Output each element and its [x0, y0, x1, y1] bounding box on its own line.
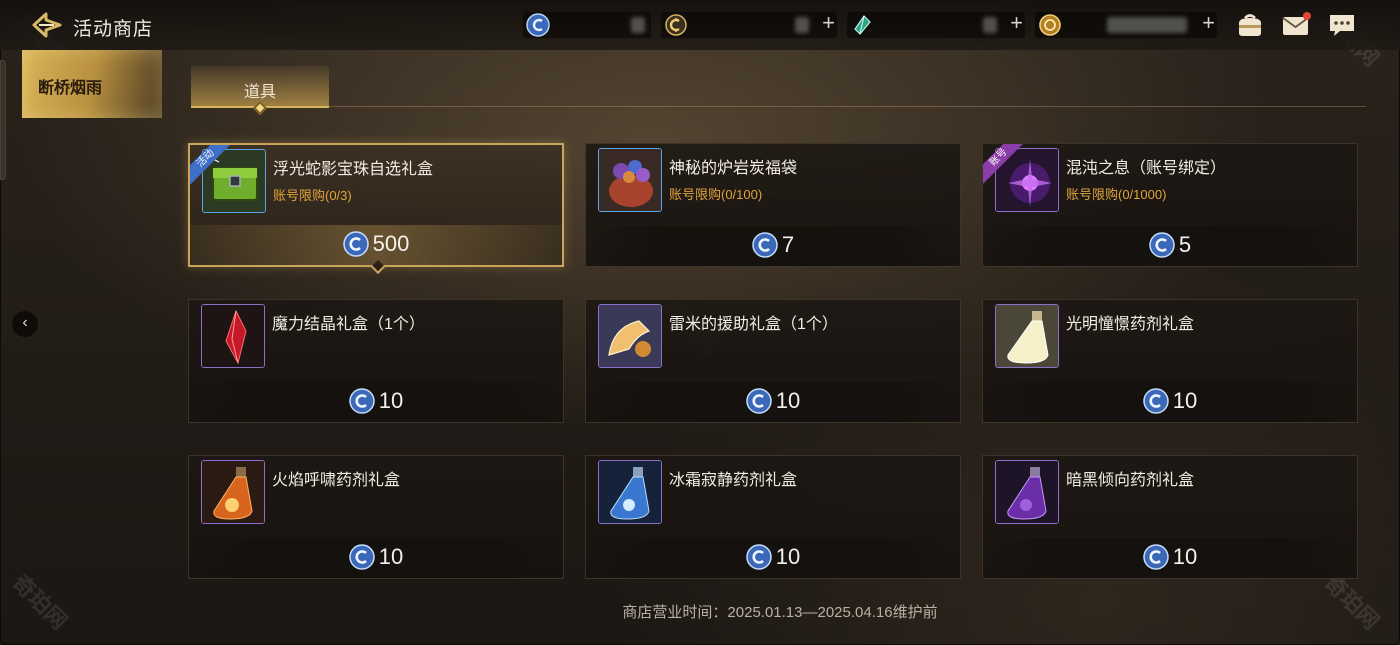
back-button[interactable]: [30, 11, 64, 39]
item-name: 混沌之息（账号绑定）: [1066, 160, 1227, 177]
shop-item-card[interactable]: 活动 浮光蛇影宝珠自选礼盒 账号限购(0/3) 500: [188, 143, 564, 275]
item-price: 10: [189, 544, 563, 570]
item-name: 火焰呼啸药剂礼盒: [272, 472, 401, 489]
golden-hand-icon: [599, 305, 661, 367]
chat-bubble-icon: [1330, 15, 1354, 36]
spiral-coin-icon: [746, 388, 772, 414]
spiral-coin-icon: [1143, 388, 1169, 414]
price-bar: 10: [586, 538, 960, 578]
item-name: 雷米的援助礼盒（1个）: [669, 316, 838, 333]
currency-gold: +: [1035, 10, 1217, 38]
item-thumbnail: [598, 304, 662, 368]
shop-item-card[interactable]: 暗黑倾向药剂礼盒 10: [982, 455, 1358, 579]
green-crystal-icon: [854, 15, 871, 35]
top-bar: 活动商店 + + +: [0, 0, 1400, 50]
price-bar: 500: [190, 225, 562, 265]
sidebar-tab-label: 断桥烟雨: [38, 80, 103, 97]
price-bar: 10: [189, 382, 563, 422]
shop-item-card[interactable]: 神秘的炉岩炭福袋 账号限购(0/100) 7: [585, 143, 961, 267]
spiral-coin-icon: [752, 232, 778, 258]
notification-dot: [1303, 12, 1311, 20]
item-price: 500: [190, 231, 562, 257]
item-price: 10: [586, 388, 960, 414]
item-name: 神秘的炉岩炭福袋: [669, 160, 798, 177]
back-arrow-icon: [32, 12, 62, 38]
item-price: 5: [983, 232, 1357, 258]
currency-green-crystal: +: [847, 10, 1025, 38]
tab-items[interactable]: 道具: [191, 66, 329, 116]
item-thumbnail: [201, 304, 265, 368]
item-price: 10: [189, 388, 563, 414]
purchase-limit: 账号限购(0/3): [273, 188, 352, 203]
add-c-coin-button[interactable]: +: [822, 10, 835, 36]
gold-coin-icon: [1039, 14, 1061, 36]
account-bound-tag: 账号: [983, 144, 1023, 184]
item-price: 10: [983, 388, 1357, 414]
item-name: 暗黑倾向药剂礼盒: [1066, 472, 1195, 489]
tab-label: 道具: [243, 84, 276, 101]
purchase-limit: 账号限购(0/1000): [1066, 187, 1167, 202]
currency-spiral: [523, 12, 651, 38]
currency-c: +: [661, 10, 837, 38]
purchase-limit: 账号限购(0/100): [669, 187, 763, 202]
item-name: 光明憧憬药剂礼盒: [1066, 316, 1195, 333]
collapse-sidebar-button[interactable]: ‹: [12, 311, 38, 337]
c-coin-icon: [665, 14, 687, 36]
item-price: 10: [586, 544, 960, 570]
frost-potion-icon: [599, 461, 661, 523]
fire-potion-icon: [202, 461, 264, 523]
spiral-coin-icon: [342, 231, 369, 257]
add-gold-button[interactable]: +: [1202, 10, 1215, 36]
shop-item-card[interactable]: 冰霜寂静药剂礼盒 10: [585, 455, 961, 579]
lucky-bag-icon: [599, 149, 661, 211]
tab-divider: [329, 106, 1366, 107]
wallet-button[interactable]: [1235, 11, 1265, 39]
sidebar-tab-active[interactable]: 断桥烟雨: [22, 50, 162, 118]
coin-purse-icon: [1239, 14, 1261, 36]
item-thumbnail: [995, 304, 1059, 368]
side-edge-tab[interactable]: [0, 60, 6, 180]
shop-item-card[interactable]: 火焰呼啸药剂礼盒 10: [188, 455, 564, 579]
spiral-coin-icon: [526, 13, 550, 37]
chat-button[interactable]: [1327, 11, 1357, 39]
item-thumbnail: [995, 460, 1059, 524]
spiral-coin-icon: [746, 544, 772, 570]
spiral-coin-icon: [349, 544, 375, 570]
red-crystal-icon: [202, 305, 264, 367]
shop-item-card[interactable]: 魔力结晶礼盒（1个） 10: [188, 299, 564, 423]
item-thumbnail: [598, 148, 662, 212]
price-bar: 10: [983, 382, 1357, 422]
item-price: 10: [983, 544, 1357, 570]
dark-potion-icon: [996, 461, 1058, 523]
item-name: 浮光蛇影宝珠自选礼盒: [273, 161, 434, 178]
shop-item-card[interactable]: 光明憧憬药剂礼盒 10: [982, 299, 1358, 423]
item-name: 冰霜寂静药剂礼盒: [669, 472, 798, 489]
item-price: 7: [586, 232, 960, 258]
shop-hours: 商店营业时间：2025.01.13—2025.04.16维护前: [622, 604, 938, 621]
price-bar: 10: [586, 382, 960, 422]
price-bar: 7: [586, 226, 960, 266]
item-thumbnail: [201, 460, 265, 524]
event-tag: 活动: [190, 145, 230, 185]
mail-button[interactable]: [1281, 11, 1311, 39]
shop-item-card[interactable]: 账号 混沌之息（账号绑定） 账号限购(0/1000) 5: [982, 143, 1358, 267]
light-potion-icon: [996, 305, 1058, 367]
page-title: 活动商店: [73, 19, 154, 40]
spiral-coin-icon: [1143, 544, 1169, 570]
price-bar: 5: [983, 226, 1357, 266]
spiral-coin-icon: [349, 388, 375, 414]
spiral-coin-icon: [1149, 232, 1175, 258]
price-bar: 10: [189, 538, 563, 578]
add-green-crystal-button[interactable]: +: [1010, 10, 1023, 36]
item-name: 魔力结晶礼盒（1个）: [272, 316, 425, 333]
shop-item-card[interactable]: 雷米的援助礼盒（1个） 10: [585, 299, 961, 423]
item-thumbnail: [598, 460, 662, 524]
price-bar: 10: [983, 538, 1357, 578]
